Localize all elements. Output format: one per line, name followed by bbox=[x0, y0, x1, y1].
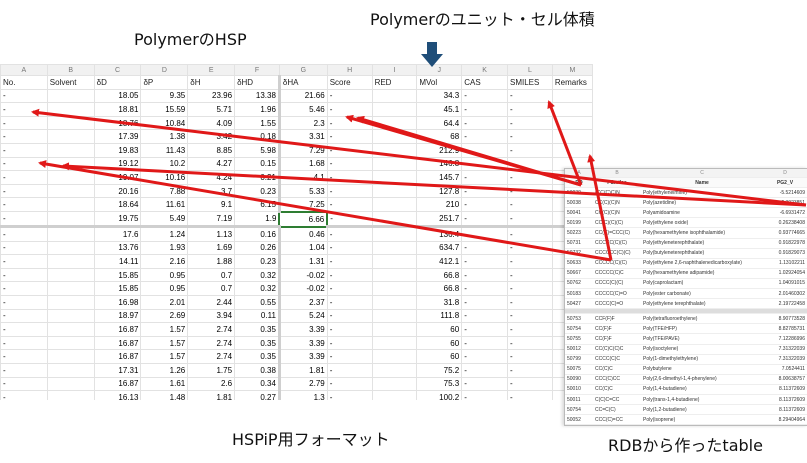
arrow-to-smiles-column bbox=[587, 154, 613, 261]
arrow-overlay bbox=[31, 42, 807, 262]
arrow-to-smiles-header bbox=[547, 100, 583, 186]
down-arrow-icon bbox=[421, 42, 443, 67]
arrow-to-no-column bbox=[31, 108, 807, 207]
arrow-to-score-header bbox=[356, 115, 582, 187]
red-arrows bbox=[31, 100, 807, 262]
arrow-to-solvent-column bbox=[38, 160, 612, 262]
